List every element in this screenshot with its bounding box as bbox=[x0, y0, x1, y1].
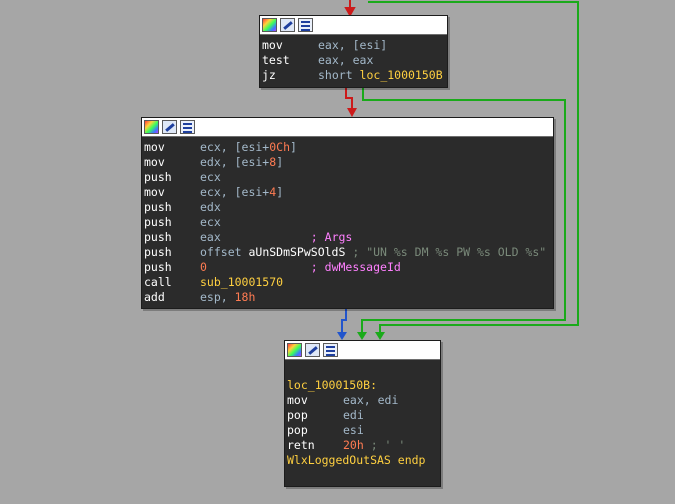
asm-line[interactable]: mov ecx, [esi+4] bbox=[144, 185, 553, 200]
code-block-2[interactable]: mov ecx, [esi+0Ch] mov edx, [esi+8] push ec… bbox=[141, 117, 554, 309]
asm-label-line[interactable]: loc_1000150B: bbox=[287, 378, 440, 393]
asm-line[interactable]: call sub_10001570 bbox=[144, 275, 553, 290]
block-titlebar bbox=[142, 118, 553, 137]
asm-line[interactable]: mov eax, [esi] bbox=[262, 38, 447, 53]
number: 20h bbox=[343, 438, 364, 452]
operand: ecx, [esi+ bbox=[200, 140, 270, 154]
asm-line[interactable]: mov ecx, [esi+0Ch] bbox=[144, 140, 553, 155]
color-palette-icon[interactable] bbox=[287, 343, 302, 357]
code-label: loc_1000150B: bbox=[287, 378, 378, 392]
mnemonic: mov bbox=[144, 140, 165, 154]
mnemonic: mov bbox=[262, 38, 283, 52]
code-block-3[interactable]: loc_1000150B: mov eax, edi pop edi pop esi … bbox=[284, 340, 441, 487]
edge-block2-block3-blue bbox=[341, 307, 347, 334]
mnemonic: pop bbox=[287, 423, 308, 437]
asm-line[interactable]: push offset aUnSDmSPwSOldS ; "UN %s DM %s… bbox=[144, 245, 553, 260]
string-name-link[interactable]: aUnSDmSPwSOldS bbox=[248, 245, 345, 259]
operand: ecx, [esi+ bbox=[200, 185, 270, 199]
asm-line[interactable]: push ecx bbox=[144, 170, 553, 185]
color-palette-icon[interactable] bbox=[144, 120, 159, 134]
operand: eax bbox=[200, 230, 221, 244]
call-target-link[interactable]: sub_10001570 bbox=[200, 275, 283, 289]
edit-pen-icon[interactable] bbox=[162, 120, 177, 134]
graph-view-icon[interactable] bbox=[323, 343, 338, 357]
asm-line[interactable]: push 0 ; dwMessageId bbox=[144, 260, 553, 275]
mnemonic: jz bbox=[262, 68, 276, 82]
mnemonic: test bbox=[262, 53, 290, 67]
operand: ] bbox=[276, 155, 284, 169]
number: 0Ch bbox=[269, 140, 291, 154]
operand: edx, [esi+ bbox=[200, 155, 270, 169]
asm-line[interactable]: pop edi bbox=[287, 408, 440, 423]
asm-line[interactable]: push ecx bbox=[144, 215, 553, 230]
mnemonic: add bbox=[144, 290, 165, 304]
mnemonic: push bbox=[144, 230, 172, 244]
proc-end-label: WlxLoggedOutSAS endp bbox=[287, 453, 426, 467]
edit-pen-icon[interactable] bbox=[280, 18, 295, 32]
block-titlebar bbox=[285, 341, 440, 360]
mnemonic: mov bbox=[144, 185, 165, 199]
comment: ; Args bbox=[310, 230, 353, 244]
arrowhead-green-2 bbox=[375, 332, 385, 340]
padding bbox=[207, 260, 311, 274]
edit-pen-icon[interactable] bbox=[305, 343, 320, 357]
mnemonic: mov bbox=[144, 155, 165, 169]
mnemonic: push bbox=[144, 260, 172, 274]
mnemonic: call bbox=[144, 275, 172, 289]
operand: eax, eax bbox=[318, 53, 374, 67]
arrowhead-green-1 bbox=[357, 332, 367, 340]
operand: ] bbox=[290, 140, 297, 154]
asm-endp-line[interactable]: WlxLoggedOutSAS endp bbox=[287, 453, 440, 468]
mnemonic: push bbox=[144, 200, 172, 214]
operand: esp, bbox=[200, 290, 235, 304]
number: 0 bbox=[200, 260, 207, 274]
block-code: mov ecx, [esi+0Ch] mov edx, [esi+8] push ec… bbox=[142, 137, 553, 305]
comment: ; dwMessageId bbox=[310, 260, 401, 274]
operand: ] bbox=[276, 185, 284, 199]
mnemonic: push bbox=[144, 215, 172, 229]
operand: eax, [esi] bbox=[318, 38, 388, 52]
graph-view-icon[interactable] bbox=[298, 18, 313, 32]
arrowhead-red bbox=[347, 108, 357, 117]
arrowhead-blue bbox=[337, 332, 347, 340]
mnemonic: push bbox=[144, 170, 172, 184]
edge-block1-block2-red bbox=[345, 86, 353, 110]
asm-line[interactable]: mov eax, edi bbox=[287, 393, 440, 408]
comment: ; ' ' bbox=[363, 438, 406, 452]
block-titlebar bbox=[260, 16, 447, 35]
operand: ecx bbox=[200, 215, 221, 229]
mnemonic: push bbox=[144, 245, 172, 259]
number: 18h bbox=[234, 290, 256, 304]
operand: short bbox=[318, 68, 360, 82]
color-palette-icon[interactable] bbox=[262, 18, 277, 32]
operand: edi bbox=[343, 408, 364, 422]
operand: offset bbox=[200, 245, 249, 259]
asm-line[interactable]: retn 20h ; ' ' bbox=[287, 438, 440, 453]
block-code: loc_1000150B: mov eax, edi pop edi pop esi … bbox=[285, 360, 440, 468]
asm-line[interactable]: push edx bbox=[144, 200, 553, 215]
operand: edx bbox=[200, 200, 221, 214]
asm-line[interactable]: pop esi bbox=[287, 423, 440, 438]
asm-line[interactable]: add esp, 18h bbox=[144, 290, 553, 305]
asm-line[interactable]: push eax ; Args bbox=[144, 230, 553, 245]
asm-line[interactable]: test eax, eax bbox=[262, 53, 447, 68]
operand: eax, edi bbox=[343, 393, 399, 407]
operand: ecx bbox=[200, 170, 221, 184]
asm-line[interactable]: jz short loc_1000150B bbox=[262, 68, 447, 83]
mnemonic: mov bbox=[287, 393, 308, 407]
mnemonic: pop bbox=[287, 408, 308, 422]
asm-line[interactable]: mov edx, [esi+8] bbox=[144, 155, 553, 170]
graph-view-icon[interactable] bbox=[180, 120, 195, 134]
jump-target-link[interactable]: loc_1000150B bbox=[360, 68, 443, 82]
mnemonic: retn bbox=[287, 438, 315, 452]
edge-incoming-red bbox=[344, 0, 356, 18]
comment: ; "UN %s DM %s PW %s OLD %s" bbox=[352, 245, 547, 259]
operand: esi bbox=[343, 423, 364, 437]
padding bbox=[221, 230, 311, 244]
block-code: mov eax, [esi] test eax, eax jz short loc_1… bbox=[260, 35, 447, 83]
code-block-1[interactable]: mov eax, [esi] test eax, eax jz short loc_1… bbox=[259, 15, 448, 88]
